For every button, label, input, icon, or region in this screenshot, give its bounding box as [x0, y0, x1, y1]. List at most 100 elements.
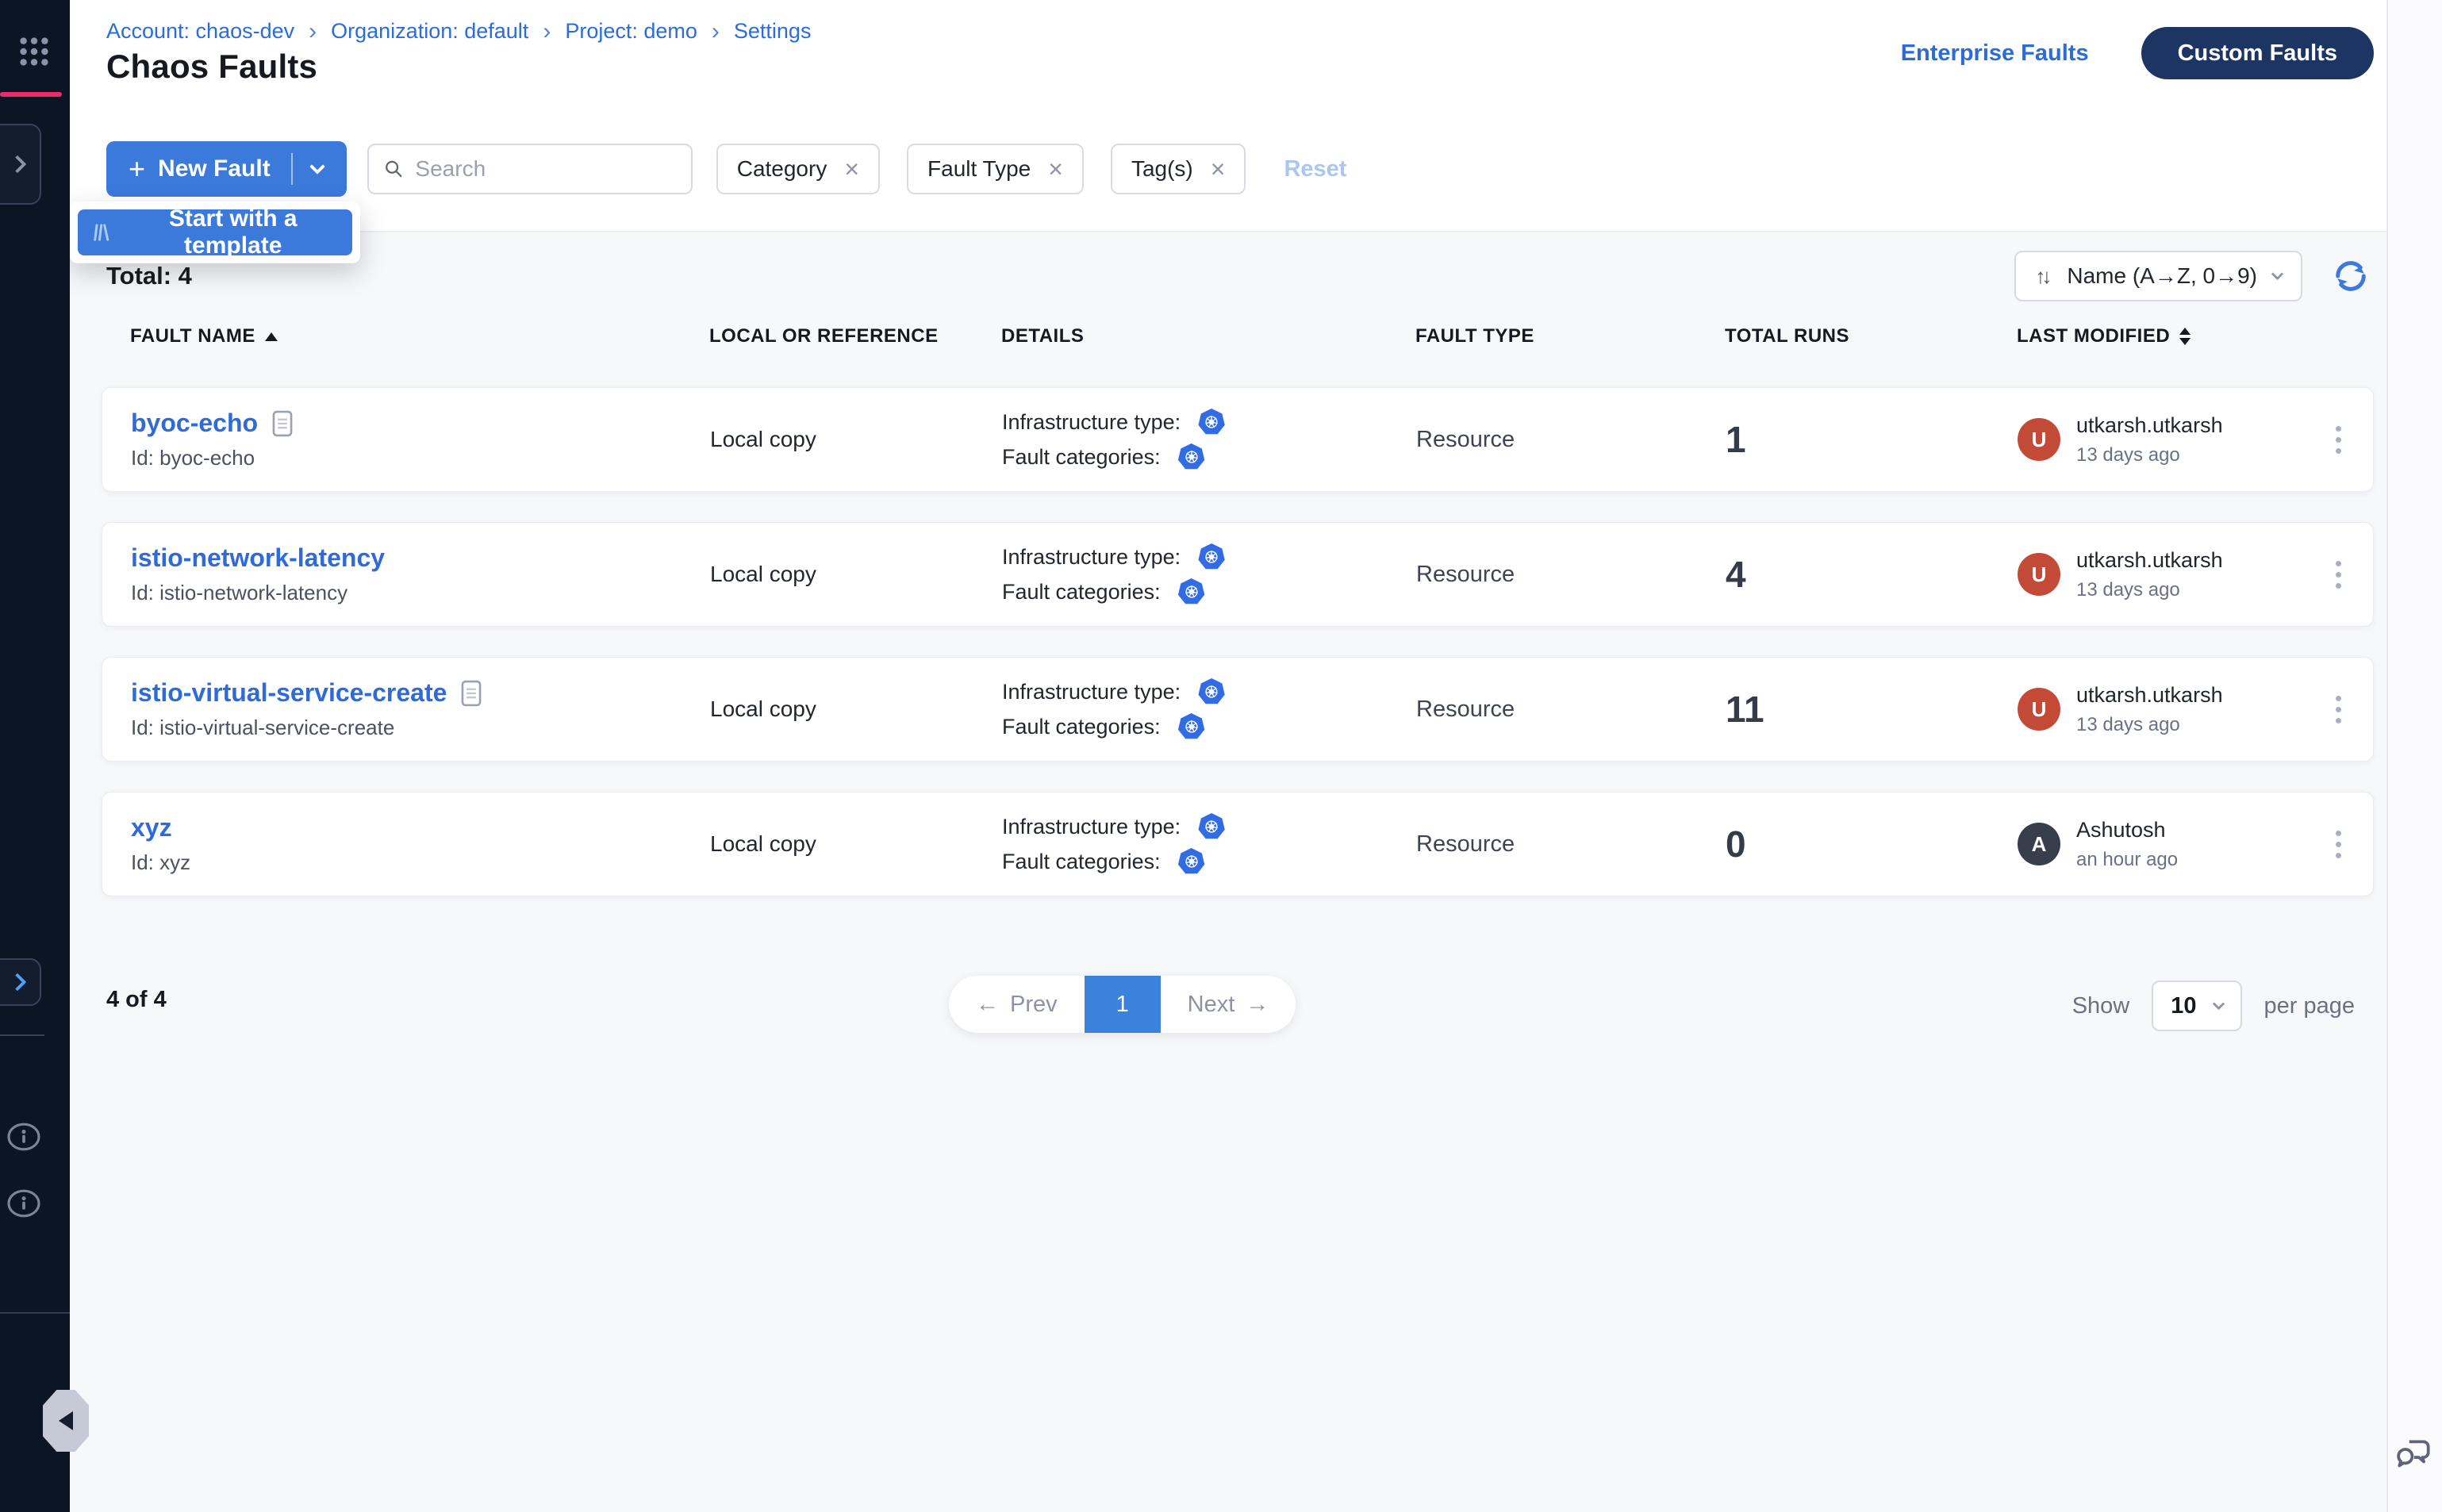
infrastructure-type-label: Infrastructure type: [1002, 410, 1181, 435]
filter-chip-tags[interactable]: Tag(s) × [1111, 144, 1246, 194]
column-header-fault-name[interactable]: FAULT NAME [130, 325, 709, 347]
modified-by: utkarsh.utkarsh [2076, 413, 2223, 438]
remove-filter-icon[interactable]: × [844, 156, 859, 182]
page-number-button[interactable]: 1 [1085, 976, 1161, 1033]
modified-when: 13 days ago [2076, 579, 2223, 601]
fault-name-cell: istio-virtual-service-create Id: istio-v… [131, 678, 710, 740]
arrow-left-icon: ← [976, 992, 999, 1018]
document-icon[interactable] [461, 680, 482, 707]
next-page-button[interactable]: Next → [1161, 976, 1296, 1033]
local-or-reference-cell: Local copy [710, 562, 1002, 587]
info-icon[interactable] [5, 1122, 43, 1152]
avatar: U [2018, 553, 2060, 596]
modified-by: utkarsh.utkarsh [2076, 548, 2223, 573]
search-input[interactable] [415, 156, 676, 182]
fault-categories-label: Fault categories: [1002, 715, 1161, 739]
help-info-icon[interactable] [5, 1188, 43, 1218]
sidebar-divider [0, 1312, 70, 1314]
toolbar: + New Fault Start with a template [106, 141, 2355, 197]
last-modified-cell: U utkarsh.utkarsh 13 days ago [2018, 548, 2303, 601]
show-label: Show [2072, 993, 2130, 1019]
filter-chip-category[interactable]: Category × [716, 144, 880, 194]
chevron-down-icon [2271, 267, 2284, 280]
local-or-reference-cell: Local copy [710, 697, 1002, 722]
triangle-left-icon [59, 1411, 73, 1430]
column-header-last-modified[interactable]: LAST MODIFIED [2017, 325, 2302, 347]
last-modified-cell: U utkarsh.utkarsh 13 days ago [2018, 683, 2303, 736]
column-header-local-or-reference: LOCAL OR REFERENCE [709, 325, 1001, 347]
infrastructure-type-label: Infrastructure type: [1002, 545, 1181, 570]
page-title: Chaos Faults [106, 48, 317, 86]
modified-by: Ashutosh [2076, 818, 2178, 842]
pagination-count: 4 of 4 [106, 987, 167, 1013]
fault-id: Id: istio-virtual-service-create [131, 716, 710, 740]
chevron-right-icon [9, 155, 27, 174]
kubernetes-icon [1178, 848, 1205, 875]
reset-filters-link[interactable]: Reset [1284, 156, 1346, 182]
row-actions-menu-icon[interactable] [2329, 555, 2348, 595]
chip-label: Fault Type [927, 156, 1031, 182]
toolbar-divider [70, 231, 2386, 232]
fault-name-cell: istio-network-latency Id: istio-network-… [131, 543, 710, 605]
last-modified-cell: A Ashutosh an hour ago [2018, 818, 2303, 871]
infrastructure-type-label: Infrastructure type: [1002, 815, 1181, 839]
details-cell: Infrastructure type: Fault categories: [1002, 543, 1416, 605]
app-grid-menu-icon[interactable] [16, 33, 52, 70]
chat-support-icon[interactable] [2394, 1434, 2434, 1474]
breadcrumb-organization-link[interactable]: Organization: default [331, 19, 528, 44]
row-actions-menu-icon[interactable] [2329, 420, 2348, 460]
breadcrumb-settings-link[interactable]: Settings [734, 19, 812, 44]
chip-label: Category [737, 156, 827, 182]
enterprise-faults-link[interactable]: Enterprise Faults [1901, 40, 2089, 67]
breadcrumb-separator: › [309, 20, 317, 44]
new-fault-button[interactable]: + New Fault Start with a template [106, 141, 347, 197]
next-label: Next [1188, 992, 1235, 1018]
total-runs-cell: 11 [1726, 688, 2018, 731]
search-icon [383, 157, 405, 181]
sort-dropdown[interactable]: ↑↓ Name (A→Z, 0→9) [2014, 251, 2302, 301]
row-actions-menu-icon[interactable] [2329, 824, 2348, 865]
fault-name-link[interactable]: byoc-echo [131, 409, 258, 438]
page-size-select[interactable]: 10 [2152, 980, 2241, 1031]
breadcrumb-account-link[interactable]: Account: chaos-dev [106, 19, 294, 44]
prev-label: Prev [1010, 992, 1058, 1018]
start-with-template-menu-item[interactable]: Start with a template [78, 209, 352, 255]
remove-filter-icon[interactable]: × [1211, 156, 1226, 182]
document-icon[interactable] [272, 410, 293, 437]
modified-when: 13 days ago [2076, 444, 2223, 466]
fault-id: Id: byoc-echo [131, 446, 710, 470]
last-modified-cell: U utkarsh.utkarsh 13 days ago [2018, 413, 2303, 466]
page-size-area: Show 10 per page [2072, 980, 2355, 1031]
breadcrumb-separator: › [712, 20, 720, 44]
kubernetes-icon [1198, 409, 1225, 436]
total-runs-cell: 1 [1726, 418, 2018, 461]
column-label: LOCAL OR REFERENCE [709, 325, 939, 347]
sidebar-collapse-handle[interactable] [43, 1390, 89, 1452]
breadcrumb-project-link[interactable]: Project: demo [565, 19, 697, 44]
template-icon [90, 221, 112, 244]
fault-id: Id: istio-network-latency [131, 581, 710, 605]
refresh-button[interactable] [2333, 258, 2369, 294]
prev-page-button[interactable]: ← Prev [949, 976, 1085, 1033]
new-fault-dropdown-toggle[interactable] [296, 166, 339, 172]
fault-name-link[interactable]: istio-virtual-service-create [131, 678, 447, 708]
sidebar-expand-button[interactable] [0, 124, 41, 205]
chip-label: Tag(s) [1131, 156, 1193, 182]
column-label: FAULT NAME [130, 325, 255, 347]
remove-filter-icon[interactable]: × [1048, 156, 1063, 182]
custom-faults-button[interactable]: Custom Faults [2141, 27, 2374, 79]
column-label: DETAILS [1001, 325, 1084, 347]
local-or-reference-cell: Local copy [710, 427, 1002, 452]
sidebar-expand-button-secondary[interactable] [0, 958, 41, 1006]
fault-type-cell: Resource [1416, 697, 1726, 723]
table-row: byoc-echo Id: byoc-echo Local copy Infra… [102, 387, 2374, 492]
pagination-control: ← Prev 1 Next → [949, 976, 1296, 1033]
fault-name-link[interactable]: xyz [131, 813, 172, 842]
filter-chip-fault-type[interactable]: Fault Type × [907, 144, 1084, 194]
table-row: istio-virtual-service-create Id: istio-v… [102, 657, 2374, 762]
per-page-label: per page [2264, 993, 2356, 1019]
fault-name-link[interactable]: istio-network-latency [131, 543, 385, 573]
row-actions-menu-icon[interactable] [2329, 689, 2348, 730]
sort-ascending-icon [265, 332, 278, 341]
new-fault-dropdown-menu: Start with a template [70, 201, 360, 263]
